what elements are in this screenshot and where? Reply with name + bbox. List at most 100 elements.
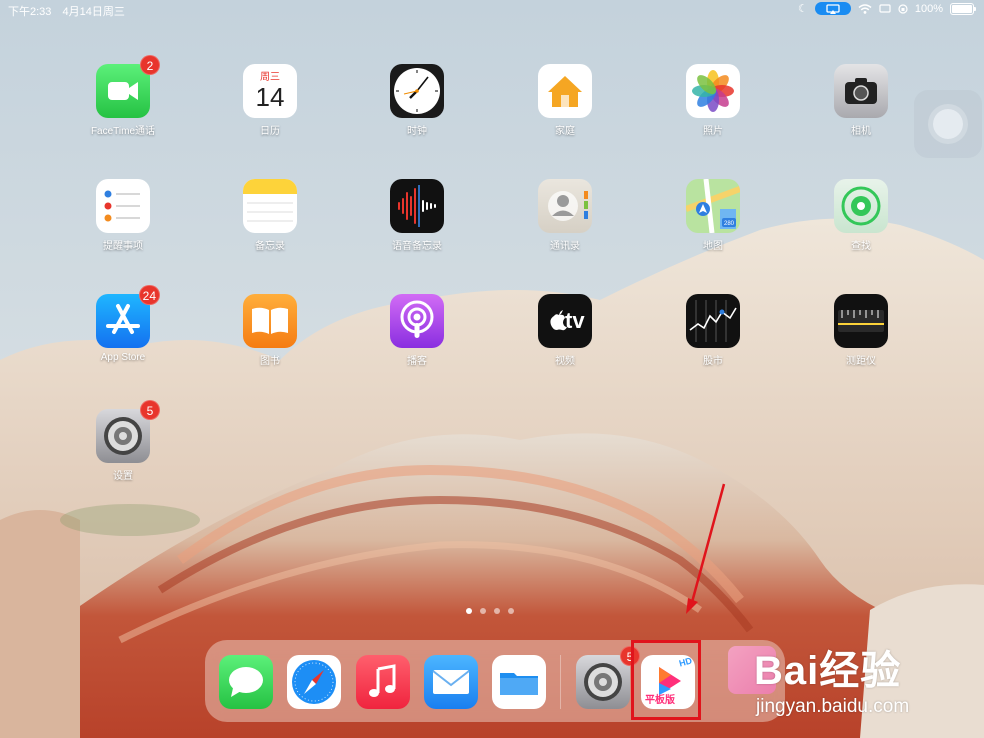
calendar-day: 14 [255,82,285,112]
app-label: 设置 [113,471,133,482]
find-my-icon [834,179,888,233]
apple-tv-icon: tv [538,294,592,348]
dock-safari[interactable] [287,655,341,709]
app-settings[interactable]: 5 设置 [68,400,178,482]
facetime-icon: 2 [96,55,160,118]
screen-mirroring-icon [826,3,840,14]
app-contacts[interactable]: 通讯录 [510,179,620,252]
dock-mail[interactable] [424,655,478,709]
orientation-lock-icon [898,3,908,14]
dock-settings[interactable]: 5 [576,646,640,709]
dock-messages[interactable] [219,655,273,709]
app-reminders[interactable]: 提醒事项 [68,179,178,252]
app-label: 时钟 [407,126,427,137]
battery-icon [950,2,976,15]
app-camera[interactable]: 相机 [806,64,916,137]
podcasts-icon [390,294,444,348]
maps-shield-text: 280 [724,221,735,227]
dock-music[interactable] [356,655,410,709]
app-tv[interactable]: tv 视频 [510,294,620,367]
baidu-jingyan-watermark: Bai经验 jingyan.baidu.com [728,636,984,726]
app-podcasts[interactable]: 播客 [362,294,472,367]
app-store-icon: 24 [96,285,160,348]
app-label: 备忘录 [255,241,285,252]
page-dot[interactable] [480,608,486,614]
app-home[interactable]: 家庭 [510,64,620,137]
notification-badge: 5 [140,400,160,420]
page-indicator[interactable] [466,608,514,614]
files-folder-icon [492,655,546,709]
voice-memos-icon [390,179,444,233]
dock-separator [560,655,561,709]
screen-mirroring-indicator[interactable] [814,2,851,15]
app-label: 图书 [260,356,280,367]
app-calendar[interactable]: 周三 14 日历 [215,64,325,137]
calendar-icon: 周三 14 [243,64,297,118]
clock-icon [390,64,444,118]
stocks-icon [686,294,740,348]
app-photos[interactable]: 照片 [658,64,768,137]
annotation-highlight-box [631,640,701,720]
app-label: App Store [100,352,146,363]
app-label: 视频 [555,356,575,367]
app-maps[interactable]: 280 地图 [658,179,768,252]
calendar-weekday: 周三 [260,72,280,83]
annotation-arrow-icon [686,483,726,614]
watermark-url: jingyan.baidu.com [756,696,910,717]
app-label: FaceTime通话 [90,126,156,137]
app-voice-memos[interactable]: 语音备忘录 [362,179,472,252]
moon-icon: ☾ [797,3,808,15]
app-label: 相机 [851,126,871,137]
assistive-touch-icon [933,109,963,139]
wifi-icon [858,3,872,14]
app-label: 地图 [703,241,723,252]
measure-icon [834,294,888,348]
app-stocks[interactable]: 股市 [658,294,768,367]
page-dot[interactable] [494,608,500,614]
notes-icon [243,179,297,233]
mail-envelope-icon [424,655,478,709]
photos-icon [686,64,740,118]
app-label: 家庭 [555,126,575,137]
assistive-touch-button[interactable] [914,90,982,158]
app-label: 语音备忘录 [392,241,442,252]
status-bar: 下午2:33 4月14日周三 ☾ 100% [0,0,984,18]
settings-gear-icon: 5 [96,400,160,463]
app-label: 测距仪 [846,356,876,367]
page-dot[interactable] [508,608,514,614]
music-note-icon [356,655,410,709]
app-measure[interactable]: 测距仪 [806,294,916,367]
status-date: 4月14日周三 [62,6,125,18]
books-icon [243,294,297,348]
watermark-logo: Bai经验 [754,649,902,693]
notification-badge: 2 [140,55,160,75]
home-icon [538,64,592,118]
messages-icon [219,655,273,709]
app-label: 通讯录 [550,241,580,252]
app-app-store[interactable]: 24 App Store [68,285,178,363]
tv-label: tv [565,308,585,333]
app-label: 照片 [703,126,723,137]
settings-gear-icon [576,655,630,709]
screen-icon [879,3,891,13]
app-label: 日历 [260,126,280,137]
page-dot[interactable] [466,608,472,614]
status-time: 下午2:33 [8,6,52,18]
app-clock[interactable]: 时钟 [362,64,472,137]
app-label: 查找 [851,241,871,252]
app-label: 提醒事项 [103,241,143,252]
battery-percent: 100% [914,2,943,15]
app-notes[interactable]: 备忘录 [215,179,325,252]
app-label: 播客 [407,356,427,367]
contacts-icon [538,179,592,233]
app-books[interactable]: 图书 [215,294,325,367]
maps-icon: 280 [686,179,740,233]
safari-compass-icon [287,655,341,709]
app-label: 股市 [703,356,723,367]
dock-files[interactable] [492,655,546,709]
app-facetime[interactable]: 2 FaceTime通话 [68,55,178,137]
reminders-icon [96,179,150,233]
notification-badge: 24 [138,285,160,305]
camera-icon [834,64,888,118]
app-find-my[interactable]: 查找 [806,179,916,252]
